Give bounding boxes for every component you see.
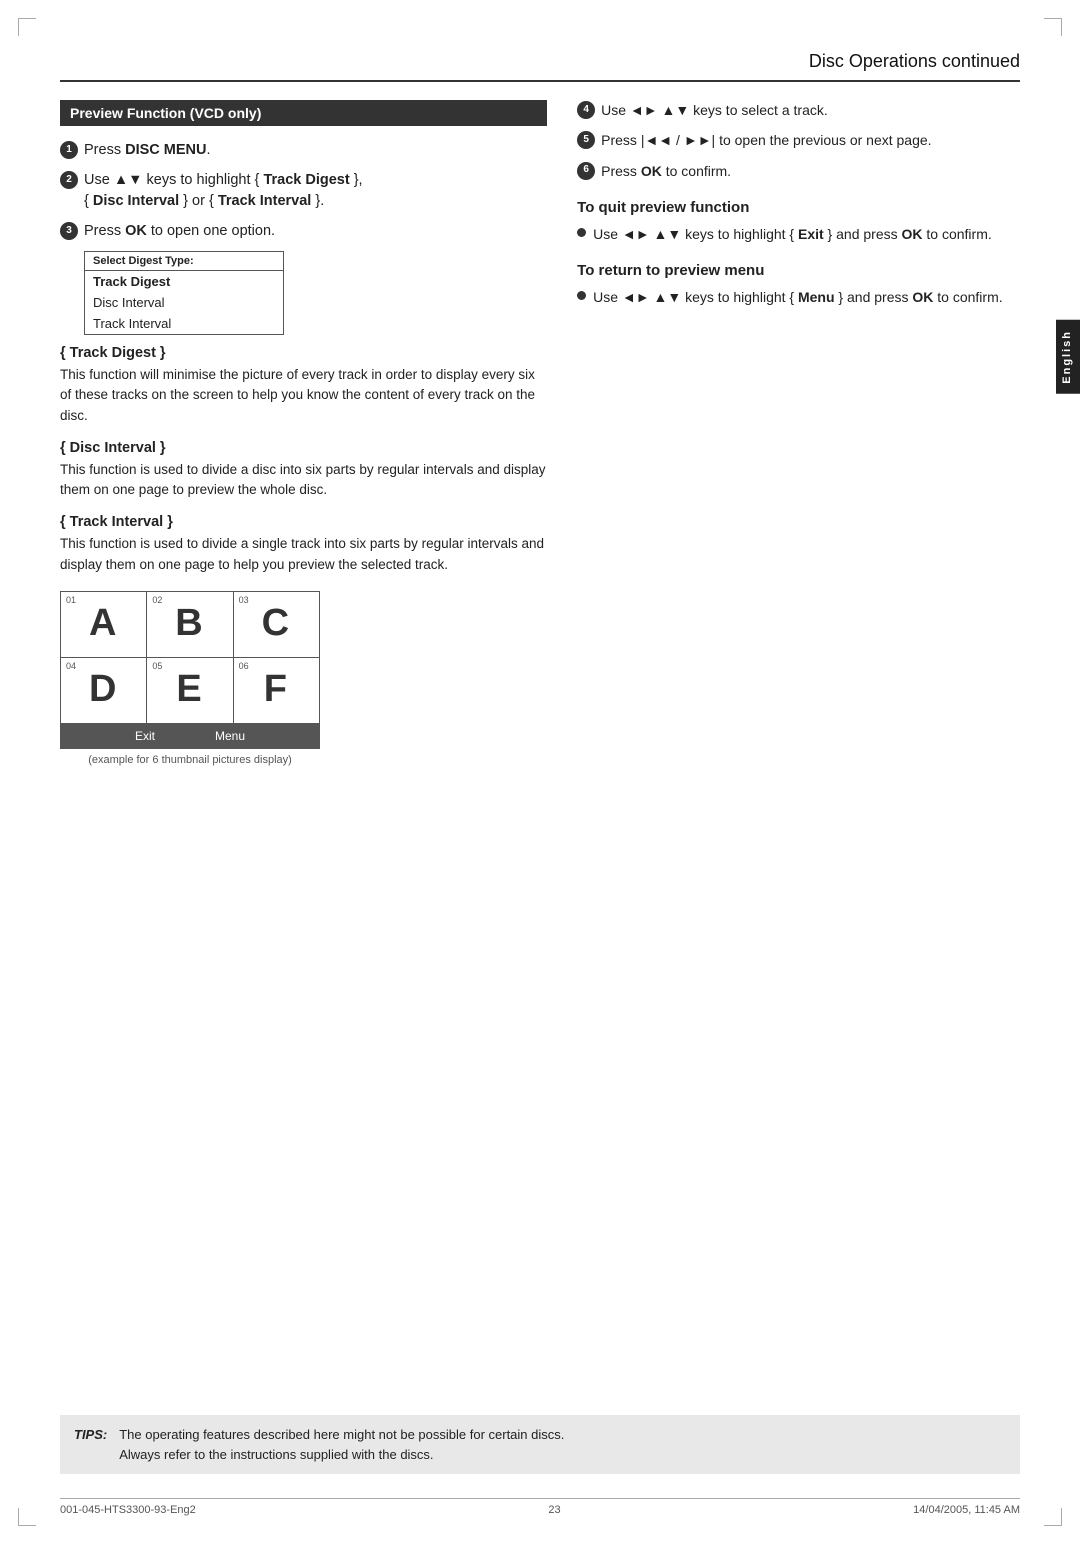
- thumb-cell-E: 05 E: [147, 658, 233, 723]
- thumb-footer: Exit Menu: [61, 724, 319, 748]
- step-2-text: Use ▲▼ keys to highlight { Track Digest …: [84, 170, 363, 211]
- page-title: Disc Operations continued: [60, 42, 1020, 74]
- step-num-6: 6: [577, 162, 595, 180]
- thumb-cell-D: 04 D: [61, 658, 147, 723]
- step-num-4: 4: [577, 101, 595, 119]
- thumb-cell-F: 06 F: [234, 658, 319, 723]
- step-6-text: Press OK to confirm.: [601, 161, 731, 181]
- page-header: Disc Operations continued: [60, 42, 1020, 82]
- corner-mark-tr: [1044, 18, 1062, 36]
- step-3: 3 Press OK to open one option.: [60, 221, 547, 241]
- thumbnail-grid-container: 01 A 02 B 03 C 04 D: [60, 591, 320, 766]
- thumb-caption: (example for 6 thumbnail pictures displa…: [60, 754, 320, 766]
- track-digest-section: { Track Digest } This function will mini…: [60, 345, 547, 426]
- page-footer: 001-045-HTS3300-93-Eng2 23 14/04/2005, 1…: [60, 1498, 1020, 1516]
- thumb-cell-A: 01 A: [61, 592, 147, 657]
- quit-heading: To quit preview function: [577, 199, 1020, 216]
- digest-item-track: Track Digest: [85, 271, 283, 292]
- disc-interval-text: This function is used to divide a disc i…: [60, 460, 547, 501]
- step-4-text: Use ◄► ▲▼ keys to select a track.: [601, 100, 828, 120]
- track-interval-section: { Track Interval } This function is used…: [60, 514, 547, 575]
- thumb-row-2: 04 D 05 E 06 F: [61, 658, 319, 724]
- corner-mark-bl: [18, 1508, 36, 1526]
- track-interval-title: { Track Interval }: [60, 514, 547, 530]
- thumb-cell-B: 02 B: [147, 592, 233, 657]
- return-section: To return to preview menu Use ◄► ▲▼ keys…: [577, 262, 1020, 307]
- step-num-1: 1: [60, 141, 78, 159]
- digest-item-disc: Disc Interval: [85, 292, 283, 313]
- digest-box-header: Select Digest Type:: [85, 252, 283, 271]
- footer-left: 001-045-HTS3300-93-Eng2: [60, 1504, 196, 1516]
- digest-type-box: Select Digest Type: Track Digest Disc In…: [84, 251, 284, 335]
- track-digest-text: This function will minimise the picture …: [60, 365, 547, 426]
- corner-mark-tl: [18, 18, 36, 36]
- quit-bullet: [577, 228, 586, 237]
- step-1-text: Press DISC MENU.: [84, 140, 211, 160]
- track-interval-text: This function is used to divide a single…: [60, 534, 547, 575]
- step-1: 1 Press DISC MENU.: [60, 140, 547, 160]
- digest-item-trackinterval: Track Interval: [85, 313, 283, 334]
- thumb-menu-label: Menu: [215, 729, 245, 743]
- tips-text: The operating features described here mi…: [119, 1425, 564, 1464]
- left-column: Preview Function (VCD only) 1 Press DISC…: [60, 100, 547, 1444]
- tips-label: TIPS:: [74, 1425, 107, 1464]
- quit-section: To quit preview function Use ◄► ▲▼ keys …: [577, 199, 1020, 244]
- corner-mark-br: [1044, 1508, 1062, 1526]
- return-text: Use ◄► ▲▼ keys to highlight { Menu } and…: [593, 287, 1002, 307]
- step-6: 6 Press OK to confirm.: [577, 161, 1020, 181]
- thumb-exit-label: Exit: [135, 729, 155, 743]
- section-header: Preview Function (VCD only): [60, 100, 547, 126]
- footer-center: 23: [548, 1504, 560, 1516]
- tips-section: TIPS: The operating features described h…: [60, 1415, 1020, 1474]
- language-tab: English: [1056, 320, 1080, 394]
- step-5-text: Press |◄◄ / ►►| to open the previous or …: [601, 130, 931, 150]
- thumb-row-1: 01 A 02 B 03 C: [61, 592, 319, 658]
- step-2: 2 Use ▲▼ keys to highlight { Track Diges…: [60, 170, 547, 211]
- step-num-5: 5: [577, 131, 595, 149]
- disc-interval-section: { Disc Interval } This function is used …: [60, 440, 547, 501]
- step-3-text: Press OK to open one option.: [84, 221, 275, 241]
- step-5: 5 Press |◄◄ / ►►| to open the previous o…: [577, 130, 1020, 150]
- step-num-3: 3: [60, 222, 78, 240]
- thumbnail-grid: 01 A 02 B 03 C 04 D: [60, 591, 320, 749]
- return-bullet: [577, 291, 586, 300]
- step-num-2: 2: [60, 171, 78, 189]
- return-heading: To return to preview menu: [577, 262, 1020, 279]
- step-4: 4 Use ◄► ▲▼ keys to select a track.: [577, 100, 1020, 120]
- footer-right: 14/04/2005, 11:45 AM: [913, 1504, 1020, 1516]
- main-content: Preview Function (VCD only) 1 Press DISC…: [60, 100, 1020, 1444]
- quit-step: Use ◄► ▲▼ keys to highlight { Exit } and…: [577, 224, 1020, 244]
- quit-text: Use ◄► ▲▼ keys to highlight { Exit } and…: [593, 224, 992, 244]
- thumb-cell-C: 03 C: [234, 592, 319, 657]
- return-step: Use ◄► ▲▼ keys to highlight { Menu } and…: [577, 287, 1020, 307]
- track-digest-title: { Track Digest }: [60, 345, 547, 361]
- disc-interval-title: { Disc Interval }: [60, 440, 547, 456]
- right-column: 4 Use ◄► ▲▼ keys to select a track. 5 Pr…: [577, 100, 1020, 1444]
